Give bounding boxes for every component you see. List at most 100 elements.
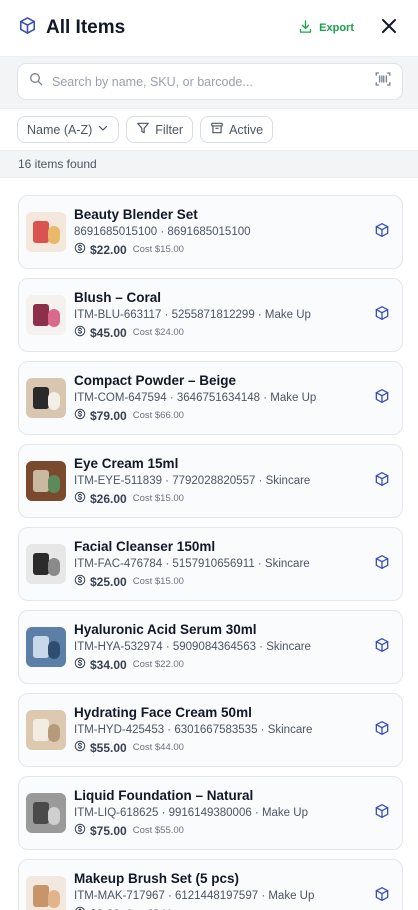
dollar-circle-icon — [74, 740, 86, 756]
product-thumbnail — [26, 295, 66, 335]
product-thumbnail — [26, 544, 66, 584]
item-info: Hyaluronic Acid Serum 30ml ITM-HYA-532974… — [74, 621, 370, 673]
item-name: Compact Powder – Beige — [74, 373, 237, 388]
cube-icon — [374, 637, 390, 658]
item-cost: Cost $66.00 — [132, 410, 184, 421]
page-title: All Items — [46, 17, 126, 38]
item-cost: Cost $44.00 — [132, 742, 184, 753]
item-card[interactable]: Hyaluronic Acid Serum 30ml ITM-HYA-532974… — [18, 610, 403, 684]
price-row: $45.00 Cost $24.00 — [74, 325, 370, 341]
status-filter-button[interactable]: Active — [200, 116, 274, 143]
title-group: All Items — [18, 16, 298, 40]
archive-icon — [210, 121, 224, 138]
export-label: Export — [319, 22, 354, 34]
item-meta: 8691685015100 · 8691685015100 — [74, 226, 251, 238]
product-thumbnail — [26, 793, 66, 833]
stock-button[interactable] — [370, 303, 394, 327]
barcode-scan-icon[interactable] — [374, 70, 392, 93]
dollar-circle-icon — [74, 242, 86, 258]
item-card[interactable]: Facial Cleanser 150ml ITM-FAC-476784 · 51… — [18, 527, 403, 601]
price-row: $25.00 Cost $15.00 — [74, 574, 370, 590]
item-price: $9.00 — [90, 906, 120, 910]
stock-button[interactable] — [370, 386, 394, 410]
item-info: Hydrating Face Cream 50ml ITM-HYD-425453 … — [74, 704, 370, 756]
product-thumbnail — [26, 710, 66, 750]
item-card[interactable]: Beauty Blender Set 8691685015100 · 869168… — [18, 195, 403, 269]
item-name: Facial Cleanser 150ml — [74, 539, 216, 554]
filter-label: Filter — [155, 122, 184, 137]
price-row: $79.00 Cost $66.00 — [74, 408, 370, 424]
item-info: Makeup Brush Set (5 pcs) ITM-MAK-717967 ·… — [74, 870, 370, 910]
item-meta: ITM-HYD-425453 · 6301667583535 · Skincar… — [74, 724, 313, 736]
filter-bar: Name (A-Z) Filter Active — [0, 108, 418, 150]
price-row: $55.00 Cost $44.00 — [74, 740, 370, 756]
stock-button[interactable] — [370, 718, 394, 742]
export-button[interactable]: Export — [298, 19, 354, 37]
item-card[interactable]: Liquid Foundation – Natural ITM-LIQ-61862… — [18, 776, 403, 850]
item-info: Beauty Blender Set 8691685015100 · 869168… — [74, 206, 370, 258]
chevron-down-icon — [97, 122, 109, 137]
close-button[interactable] — [378, 17, 400, 39]
cube-icon — [374, 471, 390, 492]
item-name: Blush – Coral — [74, 290, 162, 305]
filter-button[interactable]: Filter — [126, 116, 194, 143]
close-icon — [381, 18, 397, 39]
cube-icon — [374, 388, 390, 409]
stock-button[interactable] — [370, 884, 394, 908]
result-count-bar: 16 items found — [0, 150, 418, 178]
item-card[interactable]: Eye Cream 15ml ITM-EYE-511839 · 779202882… — [18, 444, 403, 518]
price-row: $34.00 Cost $22.00 — [74, 657, 370, 673]
item-name: Makeup Brush Set (5 pcs) — [74, 871, 240, 886]
item-cost: Cost $15.00 — [132, 576, 184, 587]
item-price: $55.00 — [90, 741, 127, 755]
stock-button[interactable] — [370, 220, 394, 244]
price-row: $26.00 Cost $15.00 — [74, 491, 370, 507]
stock-button[interactable] — [370, 635, 394, 659]
cube-icon — [374, 222, 390, 243]
product-thumbnail — [26, 461, 66, 501]
price-row: $75.00 Cost $55.00 — [74, 823, 370, 839]
result-count: 16 items found — [18, 157, 97, 171]
item-meta: ITM-COM-647594 · 3646751634148 · Make Up — [74, 392, 317, 404]
cube-icon — [18, 16, 37, 40]
stock-button[interactable] — [370, 552, 394, 576]
item-price: $26.00 — [90, 492, 127, 506]
item-price: $75.00 — [90, 824, 127, 838]
item-cost: Cost $24.00 — [132, 327, 184, 338]
item-price: $79.00 — [90, 409, 127, 423]
item-meta: ITM-MAK-717967 · 6121448197597 · Make Up — [74, 890, 315, 902]
sort-dropdown[interactable]: Name (A-Z) — [17, 116, 120, 143]
cube-icon — [374, 886, 390, 907]
item-name: Hydrating Face Cream 50ml — [74, 705, 252, 720]
item-info: Liquid Foundation – Natural ITM-LIQ-61862… — [74, 787, 370, 839]
price-row: $22.00 Cost $15.00 — [74, 242, 370, 258]
dollar-circle-icon — [74, 574, 86, 590]
item-name: Liquid Foundation – Natural — [74, 788, 254, 803]
search-icon — [28, 71, 44, 92]
dollar-circle-icon — [74, 657, 86, 673]
search-input[interactable] — [52, 74, 366, 89]
item-card[interactable]: Hydrating Face Cream 50ml ITM-HYD-425453 … — [18, 693, 403, 767]
item-card[interactable]: Compact Powder – Beige ITM-COM-647594 · 3… — [18, 361, 403, 435]
item-meta: ITM-BLU-663117 · 5255871812299 · Make Up — [74, 309, 311, 321]
item-meta: ITM-LIQ-618625 · 9916149380006 · Make Up — [74, 807, 308, 819]
stock-button[interactable] — [370, 801, 394, 825]
item-cost: Cost $22.00 — [132, 659, 184, 670]
product-thumbnail — [26, 378, 66, 418]
item-info: Blush – Coral ITM-BLU-663117 · 5255871812… — [74, 289, 370, 341]
item-list: Beauty Blender Set 8691685015100 · 869168… — [0, 178, 418, 910]
item-cost: Cost $15.00 — [132, 493, 184, 504]
item-meta: ITM-FAC-476784 · 5157910656911 · Skincar… — [74, 558, 310, 570]
item-info: Facial Cleanser 150ml ITM-FAC-476784 · 51… — [74, 538, 370, 590]
cube-icon — [374, 554, 390, 575]
stock-button[interactable] — [370, 469, 394, 493]
dollar-circle-icon — [74, 325, 86, 341]
status-label: Active — [229, 122, 264, 137]
product-thumbnail — [26, 876, 66, 910]
cube-icon — [374, 720, 390, 741]
funnel-icon — [136, 121, 150, 138]
dollar-circle-icon — [74, 823, 86, 839]
app-header: All Items Export — [0, 0, 418, 56]
item-card[interactable]: Blush – Coral ITM-BLU-663117 · 5255871812… — [18, 278, 403, 352]
item-card[interactable]: Makeup Brush Set (5 pcs) ITM-MAK-717967 ·… — [18, 859, 403, 910]
